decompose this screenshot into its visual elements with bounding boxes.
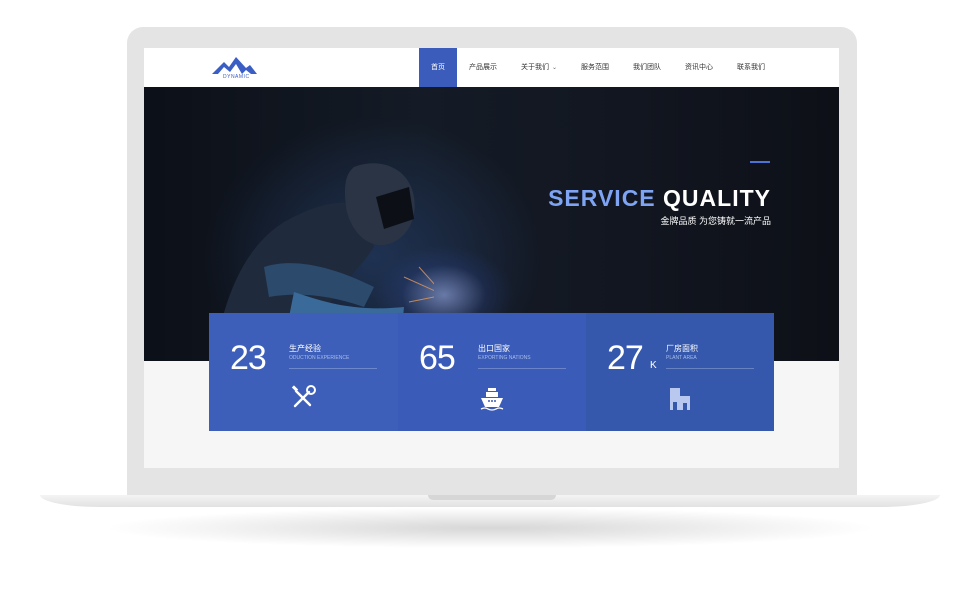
laptop-notch <box>428 495 556 500</box>
nav-item-about[interactable]: 关于我们 ⌄ <box>509 48 569 87</box>
stat-label-en: EXPORTING NATIONS <box>478 355 531 361</box>
laptop-shadow <box>110 508 870 548</box>
stat-label-zh: 厂房面积 <box>666 344 698 353</box>
divider <box>666 368 754 369</box>
main-menu: 首页 产品展示 关于我们 ⌄ 服务范围 我们团队 资讯中心 联系我们 <box>419 48 777 87</box>
nav-item-services[interactable]: 服务范围 <box>569 48 621 87</box>
tools-icon <box>291 385 316 408</box>
nav-item-team[interactable]: 我们团队 <box>621 48 673 87</box>
hero-accent-line <box>750 161 770 163</box>
nav-item-contact[interactable]: 联系我们 <box>725 48 777 87</box>
stat-label-en: ODUCTION EXPERIENCE <box>289 355 350 361</box>
stat-value: 27 <box>607 339 644 377</box>
stats-panel: 23 生产经验 ODUCTION EXPERIENCE 65 出口国家 EXPO… <box>209 313 774 431</box>
stat-card-experience[interactable]: 23 生产经验 ODUCTION EXPERIENCE <box>209 313 398 431</box>
stat-label-zh: 生产经验 <box>289 344 321 353</box>
stat-value: 23 <box>230 339 267 377</box>
stat-label-en: PLANT AREA <box>666 355 697 361</box>
ship-icon <box>480 388 504 411</box>
hero-title-part1: SERVICE <box>548 185 656 211</box>
stat-card-area[interactable]: 27 K 厂房面积 PLANT AREA <box>586 313 774 431</box>
website-screen: DYNAMIC 首页 产品展示 关于我们 ⌄ 服务范围 我们团队 资讯中心 联系我… <box>144 48 839 468</box>
nav-item-home[interactable]: 首页 <box>419 48 457 87</box>
stat-label-zh: 出口国家 <box>478 344 510 353</box>
stat-value: 65 <box>419 339 456 377</box>
hero-title-part2: QUALITY <box>663 185 771 211</box>
hero-subtitle: 金牌品质 为您铸就一流产品 <box>660 216 771 226</box>
stat-suffix: K <box>650 360 657 371</box>
nav-item-about-label: 关于我们 <box>521 64 549 71</box>
divider <box>478 368 566 369</box>
nav-item-news[interactable]: 资讯中心 <box>673 48 725 87</box>
nav-item-products[interactable]: 产品展示 <box>457 48 509 87</box>
top-navbar: DYNAMIC 首页 产品展示 关于我们 ⌄ 服务范围 我们团队 资讯中心 联系我… <box>144 48 839 87</box>
chevron-down-icon: ⌄ <box>552 65 558 71</box>
logo-text: DYNAMIC <box>223 74 250 80</box>
hero-title: SERVICE QUALITY <box>484 185 771 212</box>
stat-card-nations[interactable]: 65 出口国家 EXPORTING NATIONS <box>398 313 586 431</box>
building-icon <box>670 388 690 410</box>
divider <box>289 368 377 369</box>
